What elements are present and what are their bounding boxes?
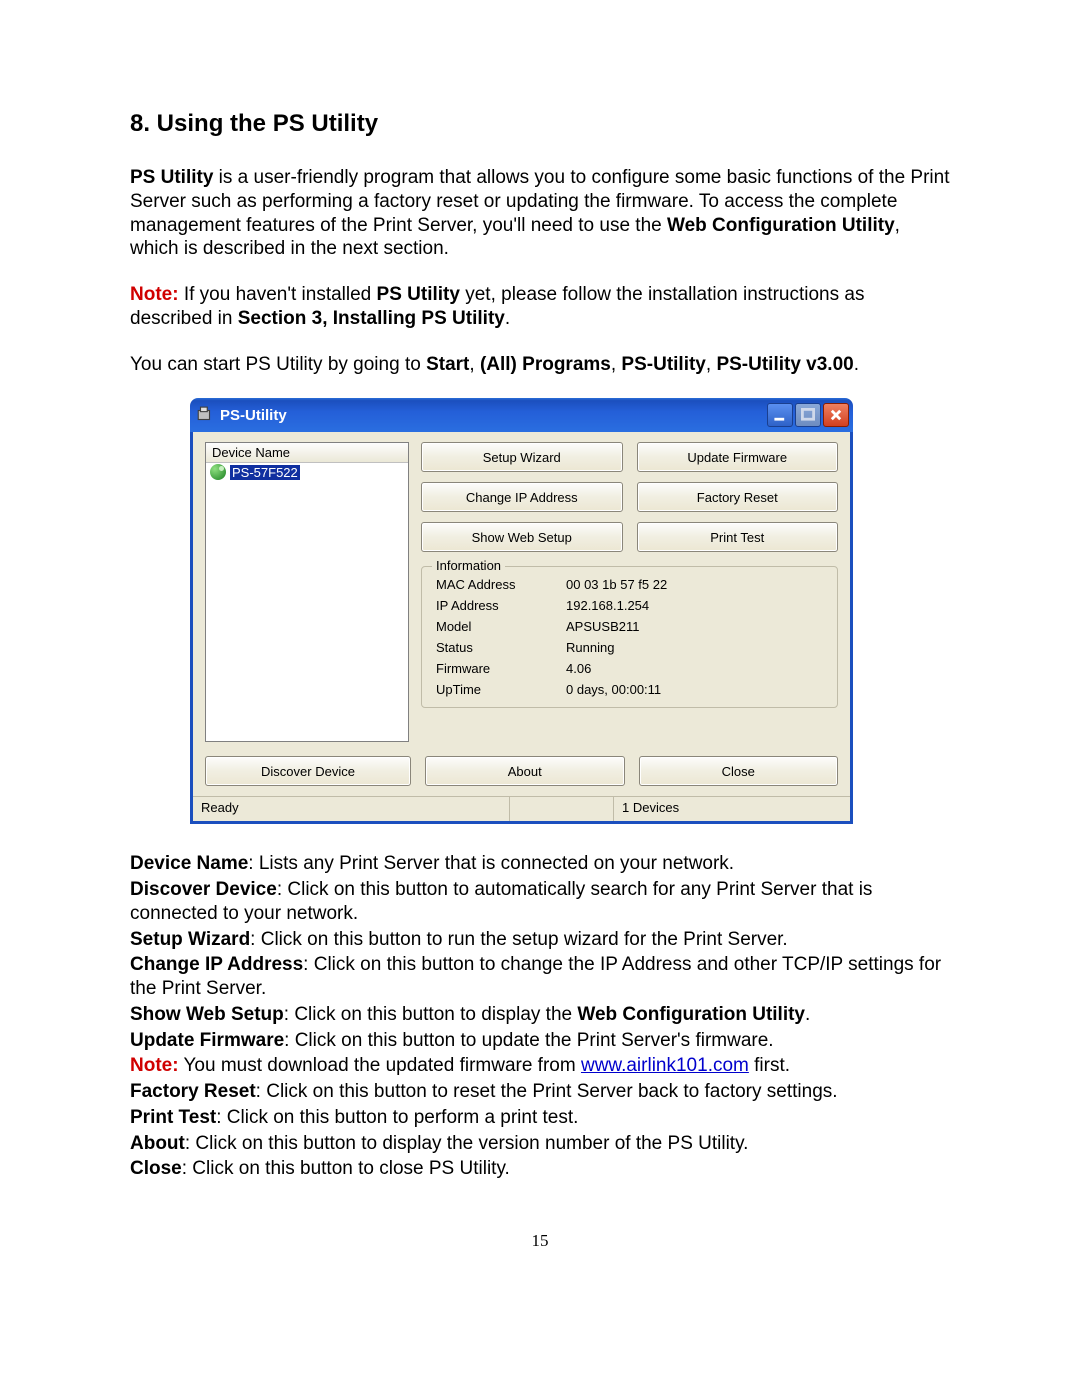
airlink-link[interactable]: www.airlink101.com xyxy=(581,1055,749,1076)
about-button[interactable]: About xyxy=(425,756,625,786)
firmware-label: Firmware xyxy=(436,661,566,676)
definitions-block: Device Name: Lists any Print Server that… xyxy=(130,852,950,1181)
discover-device-button[interactable]: Discover Device xyxy=(205,756,411,786)
firmware-value: 4.06 xyxy=(566,661,823,676)
device-item-label: PS-57F522 xyxy=(230,465,300,480)
uptime-value: 0 days, 00:00:11 xyxy=(566,682,823,697)
factory-reset-button[interactable]: Factory Reset xyxy=(637,482,839,512)
intro-paragraph: PS Utility is a user-friendly program th… xyxy=(130,166,950,261)
note-label: Note: xyxy=(130,284,179,305)
device-list-item[interactable]: PS-57F522 xyxy=(206,463,408,481)
web-config-term: Web Configuration Utility xyxy=(667,215,895,236)
print-test-button[interactable]: Print Test xyxy=(637,522,839,552)
start-path-paragraph: You can start PS Utility by going to Sta… xyxy=(130,353,950,377)
app-icon xyxy=(196,406,214,424)
setup-wizard-button[interactable]: Setup Wizard xyxy=(421,442,623,472)
close-window-button[interactable] xyxy=(823,403,849,427)
status-label: Status xyxy=(436,640,566,655)
update-firmware-button[interactable]: Update Firmware xyxy=(637,442,839,472)
mac-value: 00 03 1b 57 f5 22 xyxy=(566,577,823,592)
information-panel: Information MAC Address00 03 1b 57 f5 22… xyxy=(421,566,838,708)
device-list-header: Device Name xyxy=(206,443,408,463)
change-ip-button[interactable]: Change IP Address xyxy=(421,482,623,512)
device-icon xyxy=(210,464,226,480)
status-right: 1 Devices xyxy=(613,797,850,821)
mac-label: MAC Address xyxy=(436,577,566,592)
close-button[interactable]: Close xyxy=(639,756,839,786)
install-note-paragraph: Note: If you haven't installed PS Utilit… xyxy=(130,283,950,331)
ps-utility-window: PS-Utility Device Name PS-57F522 xyxy=(190,398,853,824)
status-left: Ready xyxy=(193,797,510,821)
model-value: APSUSB211 xyxy=(566,619,823,634)
window-title: PS-Utility xyxy=(220,407,287,424)
minimize-button[interactable] xyxy=(767,403,793,427)
uptime-label: UpTime xyxy=(436,682,566,697)
note-label: Note: xyxy=(130,1055,179,1076)
show-web-setup-button[interactable]: Show Web Setup xyxy=(421,522,623,552)
information-legend: Information xyxy=(432,558,505,573)
ip-label: IP Address xyxy=(436,598,566,613)
section-heading: 8. Using the PS Utility xyxy=(130,110,950,138)
maximize-button xyxy=(795,403,821,427)
ps-utility-term: PS Utility xyxy=(130,167,213,188)
status-bar: Ready 1 Devices xyxy=(193,796,850,821)
ip-value: 192.168.1.254 xyxy=(566,598,823,613)
device-list[interactable]: Device Name PS-57F522 xyxy=(205,442,409,742)
status-value: Running xyxy=(566,640,823,655)
titlebar[interactable]: PS-Utility xyxy=(190,398,853,432)
page-number: 15 xyxy=(130,1231,950,1251)
model-label: Model xyxy=(436,619,566,634)
